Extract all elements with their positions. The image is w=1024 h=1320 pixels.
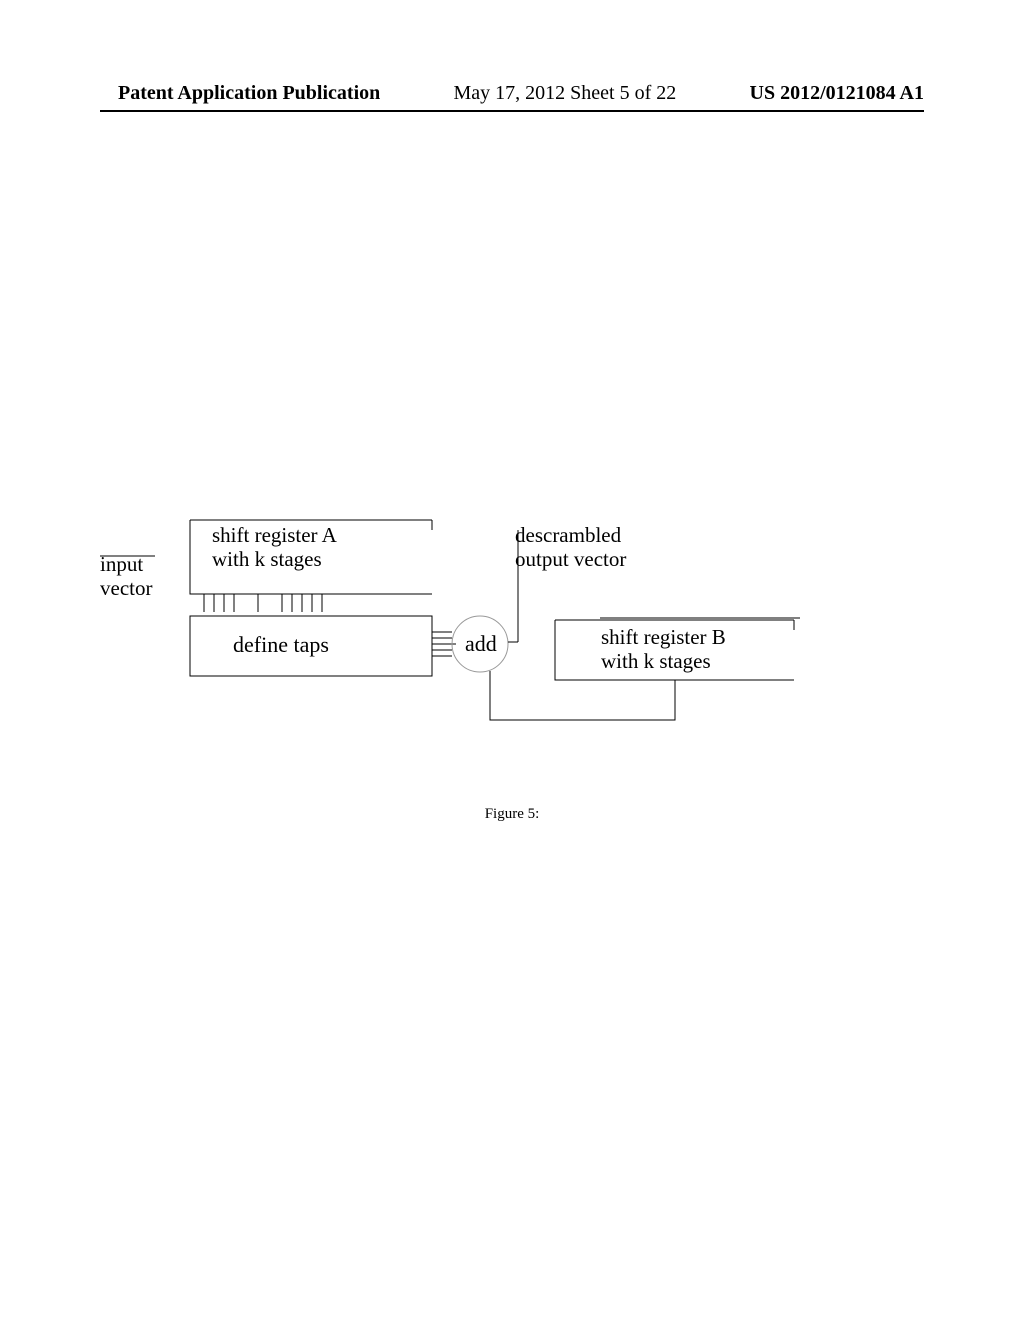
tap-comb [204, 594, 322, 612]
page-header: Patent Application Publication May 17, 2… [0, 82, 1024, 105]
page: Patent Application Publication May 17, 2… [0, 0, 1024, 1320]
define-taps-box [190, 616, 432, 676]
publication-number: US 2012/0121084 A1 [750, 82, 924, 105]
figure-diagram: input vector shift register A with k sta… [100, 490, 924, 790]
figure-caption: Figure 5: [0, 806, 1024, 823]
header-rule [100, 110, 924, 112]
publication-type: Patent Application Publication [118, 82, 380, 105]
shift-register-a-left-bottom [190, 520, 432, 594]
diagram-svg [100, 490, 924, 790]
feedback-line [490, 671, 675, 720]
date-and-sheet: May 17, 2012 Sheet 5 of 22 [454, 82, 677, 105]
shift-register-b-left-bottom [555, 620, 794, 680]
adder-circle [452, 616, 508, 672]
